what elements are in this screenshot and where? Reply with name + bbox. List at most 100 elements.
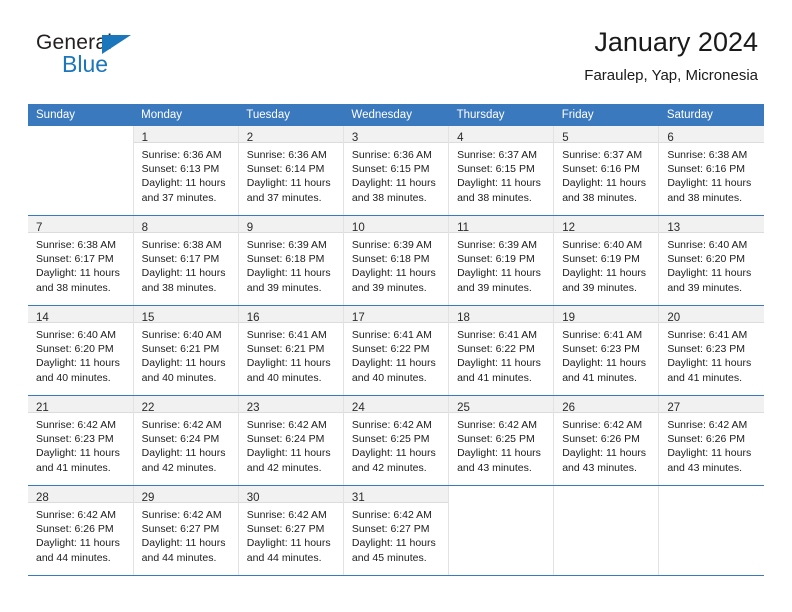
- sunrise-text: Sunrise: 6:37 AM: [562, 149, 643, 161]
- sunrise-text: Sunrise: 6:38 AM: [667, 149, 748, 161]
- sunset-text: Sunset: 6:19 PM: [562, 253, 640, 266]
- sunset-text: Sunset: 6:27 PM: [141, 523, 220, 536]
- calendar-day-cell[interactable]: 19 Sunrise: 6:41 AM Sunset: 6:23 PM Dayligh…: [553, 305, 659, 396]
- day-number: 27: [667, 402, 681, 414]
- calendar-day-cell[interactable]: 10 Sunrise: 6:39 AM Sunset: 6:18 PM Dayligh…: [342, 215, 449, 306]
- calendar-week-row: 1 Sunrise: 6:36 AM Sunset: 6:13 PM Daylight…: [28, 126, 764, 216]
- day-number: 9: [246, 222, 254, 234]
- day-number: 19: [562, 312, 575, 324]
- day-details: Sunrise: 6:42 AM Sunset: 6:23 PM Daylight:…: [28, 413, 133, 475]
- day-details: Sunrise: 6:42 AM Sunset: 6:24 PM Daylight:…: [239, 413, 343, 475]
- day-details: Sunrise: 6:40 AM Sunset: 6:20 PM Daylight:…: [659, 233, 764, 295]
- weekday-header-monday: Monday: [133, 104, 239, 126]
- daylight-text-line2: and 43 minutes.: [562, 461, 637, 474]
- calendar-day-cell[interactable]: 1 Sunrise: 6:36 AM Sunset: 6:13 PM Daylight…: [132, 126, 239, 216]
- calendar-day-cell[interactable]: 20 Sunrise: 6:41 AM Sunset: 6:23 PM Dayligh…: [658, 305, 764, 396]
- calendar-day-cell[interactable]: 28 Sunrise: 6:42 AM Sunset: 6:26 PM Dayligh…: [28, 485, 134, 576]
- sunset-text: Sunset: 6:14 PM: [246, 163, 325, 176]
- calendar-day-cell[interactable]: 7 Sunrise: 6:38 AM Sunset: 6:17 PM Daylight…: [28, 215, 134, 306]
- logo-text-blue: Blue: [62, 51, 109, 77]
- day-details: Sunrise: 6:41 AM Sunset: 6:22 PM Daylight:…: [344, 323, 448, 385]
- daylight-text-line1: Daylight: 11 hours: [667, 447, 752, 460]
- day-number: 21: [36, 402, 49, 414]
- day-number-band: 16: [238, 306, 343, 324]
- sunset-text: Sunset: 6:25 PM: [457, 433, 535, 446]
- daylight-text-line1: Daylight: 11 hours: [36, 357, 120, 370]
- day-details: Sunrise: 6:36 AM Sunset: 6:14 PM Daylight:…: [239, 143, 343, 205]
- day-number-band: 10: [343, 216, 449, 234]
- day-details: Sunrise: 6:42 AM Sunset: 6:24 PM Daylight:…: [134, 413, 238, 475]
- calendar-day-cell[interactable]: 27 Sunrise: 6:42 AM Sunset: 6:26 PM Dayligh…: [658, 395, 764, 486]
- sunrise-text: Sunrise: 6:41 AM: [246, 329, 327, 341]
- day-number-band: 17: [343, 306, 449, 324]
- calendar-day-cell[interactable]: 5 Sunrise: 6:37 AM Sunset: 6:16 PM Daylight…: [553, 126, 659, 216]
- calendar-day-cell[interactable]: 4 Sunrise: 6:37 AM Sunset: 6:15 PM Daylight…: [448, 126, 554, 216]
- calendar-day-cell[interactable]: 31 Sunrise: 6:42 AM Sunset: 6:27 PM Dayligh…: [342, 485, 449, 576]
- calendar-day-cell[interactable]: 18 Sunrise: 6:41 AM Sunset: 6:22 PM Dayligh…: [448, 305, 554, 396]
- sunrise-text: Sunrise: 6:40 AM: [667, 239, 748, 251]
- day-number-band: 24: [343, 396, 449, 414]
- day-number: 7: [36, 222, 43, 234]
- sunrise-text: Sunrise: 6:41 AM: [351, 329, 432, 341]
- calendar-day-cell[interactable]: 3 Sunrise: 6:36 AM Sunset: 6:15 PM Daylight…: [342, 126, 449, 216]
- calendar-day-cell[interactable]: 25 Sunrise: 6:42 AM Sunset: 6:25 PM Dayligh…: [448, 395, 554, 486]
- day-number-band: 5: [554, 126, 659, 144]
- daylight-text-line2: and 38 minutes.: [667, 191, 743, 204]
- calendar-day-cell[interactable]: 17 Sunrise: 6:41 AM Sunset: 6:22 PM Dayligh…: [342, 305, 449, 396]
- sunset-text: Sunset: 6:13 PM: [141, 163, 220, 176]
- sunrise-text: Sunrise: 6:39 AM: [457, 239, 538, 251]
- daylight-text-line1: Daylight: 11 hours: [457, 267, 541, 280]
- calendar-day-cell[interactable]: 13 Sunrise: 6:40 AM Sunset: 6:20 PM Dayligh…: [658, 215, 764, 306]
- calendar-day-cell[interactable]: 26 Sunrise: 6:42 AM Sunset: 6:26 PM Dayligh…: [553, 395, 659, 486]
- calendar-day-cell[interactable]: 2 Sunrise: 6:36 AM Sunset: 6:14 PM Daylight…: [237, 126, 344, 216]
- sunset-text: Sunset: 6:18 PM: [246, 253, 325, 266]
- calendar-day-cell[interactable]: 21 Sunrise: 6:42 AM Sunset: 6:23 PM Dayligh…: [28, 395, 134, 486]
- daylight-text-line2: and 39 minutes.: [562, 281, 637, 294]
- day-details: Sunrise: 6:36 AM Sunset: 6:13 PM Daylight:…: [134, 143, 238, 205]
- calendar-day-cell[interactable]: 16 Sunrise: 6:41 AM Sunset: 6:21 PM Dayligh…: [237, 305, 344, 396]
- calendar-day-cell[interactable]: 23 Sunrise: 6:42 AM Sunset: 6:24 PM Dayligh…: [237, 395, 344, 486]
- sunrise-text: Sunrise: 6:42 AM: [667, 419, 748, 431]
- day-number-band: 3: [343, 126, 449, 144]
- sunset-text: Sunset: 6:26 PM: [36, 523, 114, 536]
- day-number-band: 8: [133, 216, 238, 234]
- day-number-band: 20: [659, 306, 764, 324]
- day-number: 5: [562, 132, 569, 144]
- day-number: 6: [667, 132, 674, 144]
- daylight-text-line2: and 38 minutes.: [562, 191, 637, 204]
- calendar-day-cell[interactable]: 15 Sunrise: 6:40 AM Sunset: 6:21 PM Dayligh…: [132, 305, 239, 396]
- daylight-text-line2: and 38 minutes.: [36, 281, 111, 294]
- daylight-text-line2: and 42 minutes.: [246, 461, 322, 474]
- calendar-day-cell[interactable]: 8 Sunrise: 6:38 AM Sunset: 6:17 PM Daylight…: [132, 215, 239, 306]
- calendar-day-cell[interactable]: 30 Sunrise: 6:42 AM Sunset: 6:27 PM Dayligh…: [237, 485, 344, 576]
- calendar-day-cell[interactable]: 9 Sunrise: 6:39 AM Sunset: 6:18 PM Daylight…: [237, 215, 344, 306]
- day-details: Sunrise: 6:42 AM Sunset: 6:26 PM Daylight:…: [554, 413, 658, 475]
- day-number: 30: [246, 492, 260, 504]
- sunrise-text: Sunrise: 6:41 AM: [457, 329, 538, 341]
- day-number: 3: [351, 132, 359, 144]
- daylight-text-line1: Daylight: 11 hours: [141, 357, 226, 370]
- calendar-day-cell[interactable]: 14 Sunrise: 6:40 AM Sunset: 6:20 PM Dayligh…: [28, 305, 134, 396]
- weekday-header-wednesday: Wednesday: [343, 104, 449, 126]
- calendar-day-cell[interactable]: 22 Sunrise: 6:42 AM Sunset: 6:24 PM Dayligh…: [132, 395, 239, 486]
- sunset-text: Sunset: 6:23 PM: [36, 433, 114, 446]
- sunset-text: Sunset: 6:19 PM: [457, 253, 535, 266]
- sunset-text: Sunset: 6:24 PM: [141, 433, 220, 446]
- calendar-day-cell[interactable]: 24 Sunrise: 6:42 AM Sunset: 6:25 PM Dayligh…: [342, 395, 449, 486]
- day-details: Sunrise: 6:42 AM Sunset: 6:27 PM Daylight:…: [344, 503, 448, 565]
- day-number-band: 18: [449, 306, 554, 324]
- calendar-day-cell[interactable]: 11 Sunrise: 6:39 AM Sunset: 6:19 PM Dayligh…: [448, 215, 554, 306]
- sunrise-text: Sunrise: 6:36 AM: [246, 149, 327, 161]
- sunrise-text: Sunrise: 6:38 AM: [141, 239, 222, 251]
- daylight-text-line2: and 37 minutes.: [246, 191, 322, 204]
- daylight-text-line1: Daylight: 11 hours: [562, 357, 647, 370]
- general-blue-logo[interactable]: General Blue: [36, 32, 166, 88]
- day-number-band: 7: [28, 216, 133, 234]
- calendar-day-cell[interactable]: 29 Sunrise: 6:42 AM Sunset: 6:27 PM Dayligh…: [132, 485, 239, 576]
- daylight-text-line1: Daylight: 11 hours: [246, 177, 331, 190]
- calendar-day-cell[interactable]: 6 Sunrise: 6:38 AM Sunset: 6:16 PM Daylight…: [658, 126, 764, 216]
- day-number-band: 13: [659, 216, 764, 234]
- calendar-day-cell[interactable]: 12 Sunrise: 6:40 AM Sunset: 6:19 PM Dayligh…: [553, 215, 659, 306]
- sunrise-text: Sunrise: 6:42 AM: [457, 419, 538, 431]
- sunset-text: Sunset: 6:20 PM: [36, 343, 114, 356]
